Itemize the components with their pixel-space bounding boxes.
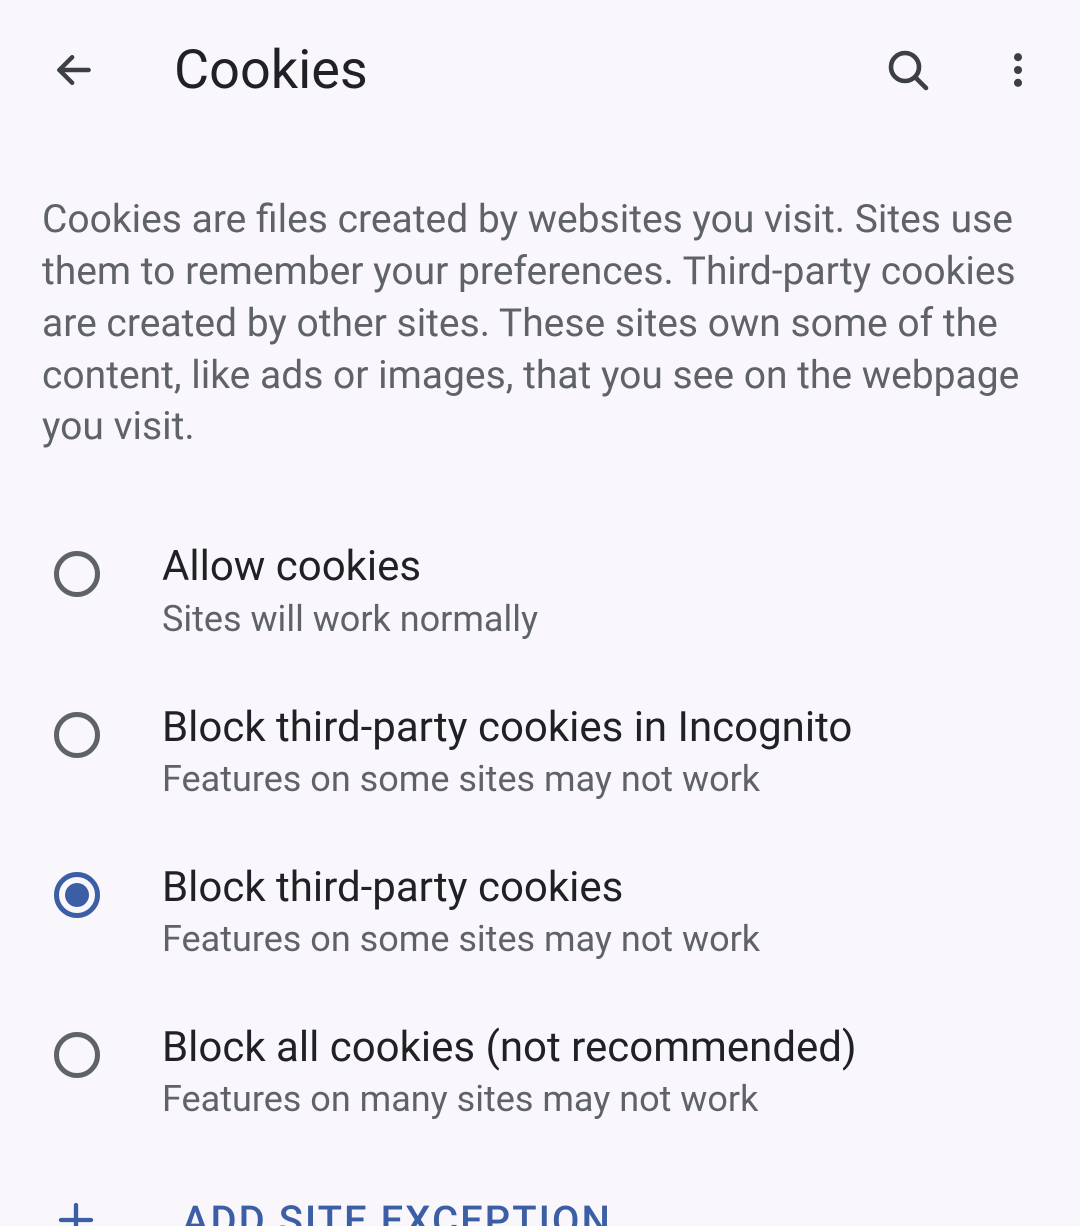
option-block-third-party-incognito[interactable]: Block third-party cookies in Incognito F…	[0, 672, 1080, 832]
option-title: Block third-party cookies in Incognito	[162, 704, 852, 752]
add-site-exception-button[interactable]: ADD SITE EXCEPTION	[0, 1152, 1080, 1226]
option-allow-cookies[interactable]: Allow cookies Sites will work normally	[0, 511, 1080, 671]
app-bar-actions	[868, 30, 1058, 110]
radio-block-third-party[interactable]	[52, 870, 102, 920]
more-vert-icon	[996, 48, 1040, 92]
cookies-description: Cookies are files created by websites yo…	[0, 140, 1080, 493]
option-block-all[interactable]: Block all cookies (not recommended) Feat…	[0, 992, 1080, 1152]
page-title: Cookies	[174, 39, 868, 102]
back-button[interactable]	[34, 30, 114, 110]
option-subtitle: Features on some sites may not work	[162, 758, 852, 800]
add-site-exception-label: ADD SITE EXCEPTION	[182, 1197, 612, 1226]
option-subtitle: Features on many sites may not work	[162, 1078, 857, 1120]
option-title: Block all cookies (not recommended)	[162, 1024, 857, 1072]
radio-block-third-party-incognito[interactable]	[52, 710, 102, 760]
app-bar: Cookies	[0, 0, 1080, 140]
cookie-options-list: Allow cookies Sites will work normally B…	[0, 493, 1080, 1152]
back-arrow-icon	[52, 48, 96, 92]
search-icon	[884, 46, 932, 94]
option-block-third-party[interactable]: Block third-party cookies Features on so…	[0, 832, 1080, 992]
search-button[interactable]	[868, 30, 948, 110]
option-title: Block third-party cookies	[162, 864, 760, 912]
option-title: Allow cookies	[162, 543, 538, 591]
radio-allow-cookies[interactable]	[52, 549, 102, 599]
option-subtitle: Sites will work normally	[162, 598, 538, 640]
radio-block-all[interactable]	[52, 1030, 102, 1080]
more-menu-button[interactable]	[978, 30, 1058, 110]
option-subtitle: Features on some sites may not work	[162, 918, 760, 960]
plus-icon	[48, 1192, 104, 1226]
